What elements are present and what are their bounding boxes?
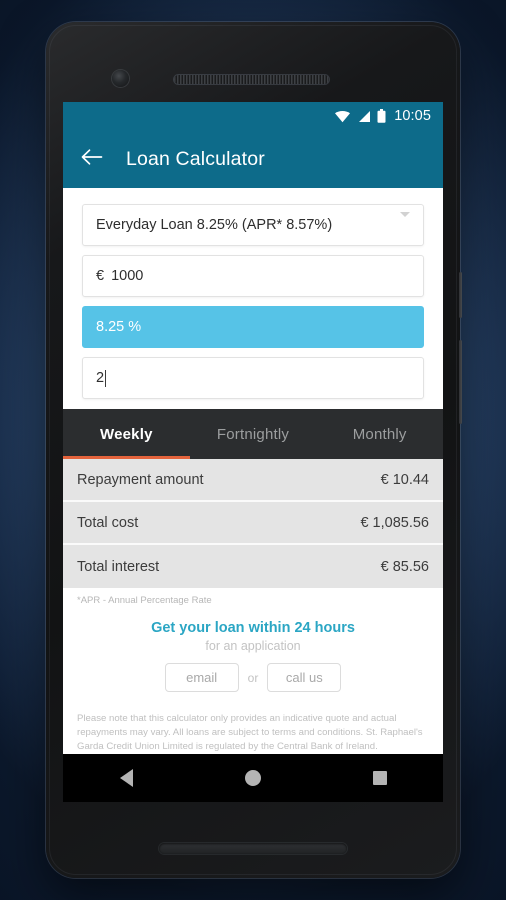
results-table: Repayment amount € 10.44 Total cost € 1,…	[63, 459, 443, 588]
result-value: € 85.56	[380, 558, 429, 575]
phone-screen: 10:05 Loan Calculator Everyday Loan 8.25…	[63, 102, 443, 802]
loan-form: Everyday Loan 8.25% (APR* 8.57%) € 1000 …	[63, 188, 443, 409]
apr-footnote: *APR - Annual Percentage Rate	[77, 595, 212, 606]
back-triangle-icon	[119, 769, 133, 787]
nav-recents-button[interactable]	[350, 771, 410, 785]
loan-amount-value: 1000	[111, 268, 144, 284]
signal-icon	[357, 110, 371, 123]
currency-symbol: €	[96, 268, 105, 284]
table-row: Total cost € 1,085.56	[63, 502, 443, 545]
call-us-button[interactable]: call us	[267, 663, 342, 692]
chevron-down-icon[interactable]	[400, 212, 410, 233]
power-button[interactable]	[459, 272, 462, 318]
tab-fortnightly-label: Fortnightly	[216, 425, 290, 443]
battery-icon	[377, 109, 386, 123]
tab-weekly[interactable]: Weekly	[63, 409, 190, 459]
loan-type-select[interactable]: Everyday Loan 8.25% (APR* 8.57%)	[82, 204, 424, 246]
home-circle-icon	[244, 770, 261, 786]
interest-rate-value: 8.25 %	[96, 319, 142, 335]
frequency-tabs: Weekly Fortnightly Monthly	[63, 409, 443, 459]
back-arrow-icon[interactable]	[81, 148, 103, 171]
disclaimer-text: Please note that this calculator only pr…	[77, 713, 423, 752]
cta-or-label: or	[247, 670, 259, 685]
cta-section: Get your loan within 24 hours for an app…	[63, 606, 443, 692]
recents-square-icon	[372, 771, 387, 785]
status-bar: 10:05	[63, 102, 443, 130]
page-title: Loan Calculator	[126, 147, 265, 170]
bottom-speaker-grille	[159, 843, 347, 854]
loan-term-value: 2	[96, 370, 105, 386]
android-navigation-bar	[63, 754, 443, 802]
loan-type-value: Everyday Loan 8.25% (APR* 8.57%)	[96, 217, 333, 233]
earpiece-speaker-grille	[174, 75, 329, 84]
result-value: € 10.44	[380, 471, 429, 488]
app-bar: Loan Calculator	[63, 130, 443, 188]
loan-term-input[interactable]: 2	[82, 357, 424, 399]
loan-amount-input[interactable]: € 1000	[82, 255, 424, 297]
cta-buttons: email or call us	[77, 663, 429, 692]
result-label: Repayment amount	[77, 471, 204, 488]
result-label: Total interest	[77, 558, 160, 575]
table-row: Repayment amount € 10.44	[63, 459, 443, 502]
table-row: Total interest € 85.56	[63, 545, 443, 588]
tab-weekly-label: Weekly	[100, 425, 153, 443]
result-label: Total cost	[77, 514, 139, 531]
cta-subheading: for an application	[205, 639, 301, 653]
status-bar-clock: 10:05	[394, 108, 431, 124]
cta-heading: Get your loan within 24 hours	[151, 620, 355, 636]
tab-fortnightly[interactable]: Fortnightly	[190, 409, 317, 459]
phone-device-frame: 10:05 Loan Calculator Everyday Loan 8.25…	[46, 22, 462, 878]
result-value: € 1,085.56	[360, 514, 429, 531]
nav-back-button[interactable]	[96, 769, 156, 787]
tab-monthly[interactable]: Monthly	[316, 409, 443, 459]
nav-home-button[interactable]	[223, 770, 283, 786]
interest-rate-field[interactable]: 8.25 %	[82, 306, 424, 348]
wifi-icon	[334, 110, 351, 123]
tab-monthly-label: Monthly	[352, 425, 407, 443]
front-camera	[112, 70, 129, 87]
volume-rocker-button[interactable]	[459, 340, 462, 424]
app-content: Everyday Loan 8.25% (APR* 8.57%) € 1000 …	[63, 188, 443, 754]
text-cursor	[105, 369, 107, 387]
email-button[interactable]: email	[164, 663, 239, 692]
